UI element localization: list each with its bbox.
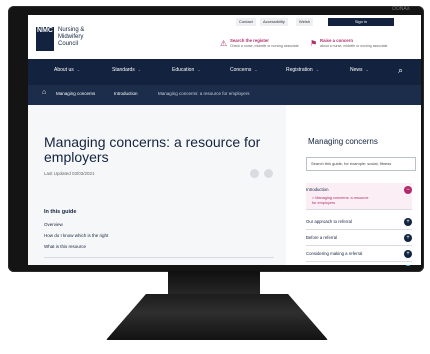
guide-link-what[interactable]: What is this resource <box>44 244 86 249</box>
sidebar-subitem[interactable]: > Managing concerns: a resource for empl… <box>312 196 368 206</box>
util-accessibility[interactable]: Accessibility <box>260 18 288 26</box>
print-icon[interactable] <box>264 169 273 178</box>
chevron-down-icon: ⌄ <box>76 67 81 72</box>
divider <box>44 257 274 258</box>
sidebar: Managing concerns Search this guide, for… <box>296 105 421 265</box>
expand-icon[interactable]: + <box>404 218 412 226</box>
collapse-icon[interactable]: − <box>404 186 412 194</box>
sidebar-item-considering[interactable]: Considering making a referral + <box>306 247 412 262</box>
register-icon: ⚠ <box>220 39 228 48</box>
nav-news[interactable]: News ⌄ <box>350 67 369 73</box>
monitor-stand <box>106 294 328 340</box>
crumb-current: Managing concerns: a resource for employ… <box>158 91 250 96</box>
util-contact[interactable]: Contact <box>236 18 256 26</box>
promo-raise-concern[interactable]: ⚑ Raise a concern about a nurse, midwife… <box>310 37 390 53</box>
nav-about[interactable]: About us ⌄ <box>54 67 80 73</box>
expand-icon[interactable]: + <box>404 234 412 242</box>
chevron-down-icon: ⌄ <box>315 67 320 72</box>
monitor-bezel: DONAX NMC Nursing & Midwifery Council Co… <box>8 6 424 272</box>
home-icon[interactable]: ⌂ <box>42 89 46 96</box>
article-panel: Managing concerns: a resource for employ… <box>28 105 286 265</box>
site-header: NMC Nursing & Midwifery Council Contact … <box>28 15 421 59</box>
nav-concerns[interactable]: Concerns ⌄ <box>230 67 258 73</box>
nav-registration[interactable]: Registration ⌄ <box>286 67 319 73</box>
search-icon[interactable]: ⌕ <box>398 65 403 76</box>
expand-icon[interactable]: + <box>404 250 412 258</box>
concern-icon: ⚑ <box>310 39 318 48</box>
share-icon[interactable] <box>250 169 259 178</box>
sidebar-item-before[interactable]: Before a referral + <box>306 231 412 246</box>
breadcrumb: ⌂ Managing concerns Introduction Managin… <box>28 85 421 105</box>
chevron-down-icon: ⌄ <box>137 67 142 72</box>
sidebar-item-approach[interactable]: Our approach to referral + <box>306 215 412 230</box>
sidebar-title: Managing concerns <box>308 137 378 146</box>
chevron-down-icon: ⌄ <box>197 67 201 72</box>
guide-search-input[interactable]: Search this guide, for example: social, … <box>306 157 416 171</box>
main-nav: About us ⌄ Standards ⌄ Education ⌄ Concerns… <box>28 59 421 85</box>
nav-standards[interactable]: Standards ⌄ <box>112 67 141 73</box>
chevron-down-icon: ⌄ <box>254 67 258 72</box>
screen: NMC Nursing & Midwifery Council Contact … <box>28 15 421 265</box>
page-title: Managing concerns: a resource for employ… <box>44 134 261 165</box>
sidebar-item-introduction[interactable]: Introduction − > Managing concerns: a re… <box>306 183 412 210</box>
nmc-logo[interactable]: NMC <box>36 27 54 51</box>
nav-education[interactable]: Education ⌄ <box>172 67 201 73</box>
guide-link-overview[interactable]: Overview <box>44 222 63 227</box>
chevron-down-icon: ⌄ <box>365 67 369 72</box>
monitor-brand: DONAX <box>392 6 410 12</box>
in-this-guide-heading: In this guide <box>44 209 77 215</box>
promo-search-register[interactable]: ⚠ Search the register Check a nurse, mid… <box>220 37 300 53</box>
sign-in-button[interactable]: Sign in <box>328 18 394 26</box>
content-area: Managing concerns: a resource for employ… <box>28 105 421 265</box>
guide-link-right[interactable]: How do I know which is the right <box>44 233 108 238</box>
crumb-managing-concerns[interactable]: Managing concerns <box>56 91 95 96</box>
crumb-introduction[interactable]: Introduction <box>114 91 138 96</box>
monitor-neck <box>168 271 260 295</box>
util-welsh[interactable]: Welsh <box>296 18 314 26</box>
logo-text: Nursing & Midwifery Council <box>58 27 85 47</box>
last-updated: Last Updated 03/03/2021 <box>44 171 95 176</box>
